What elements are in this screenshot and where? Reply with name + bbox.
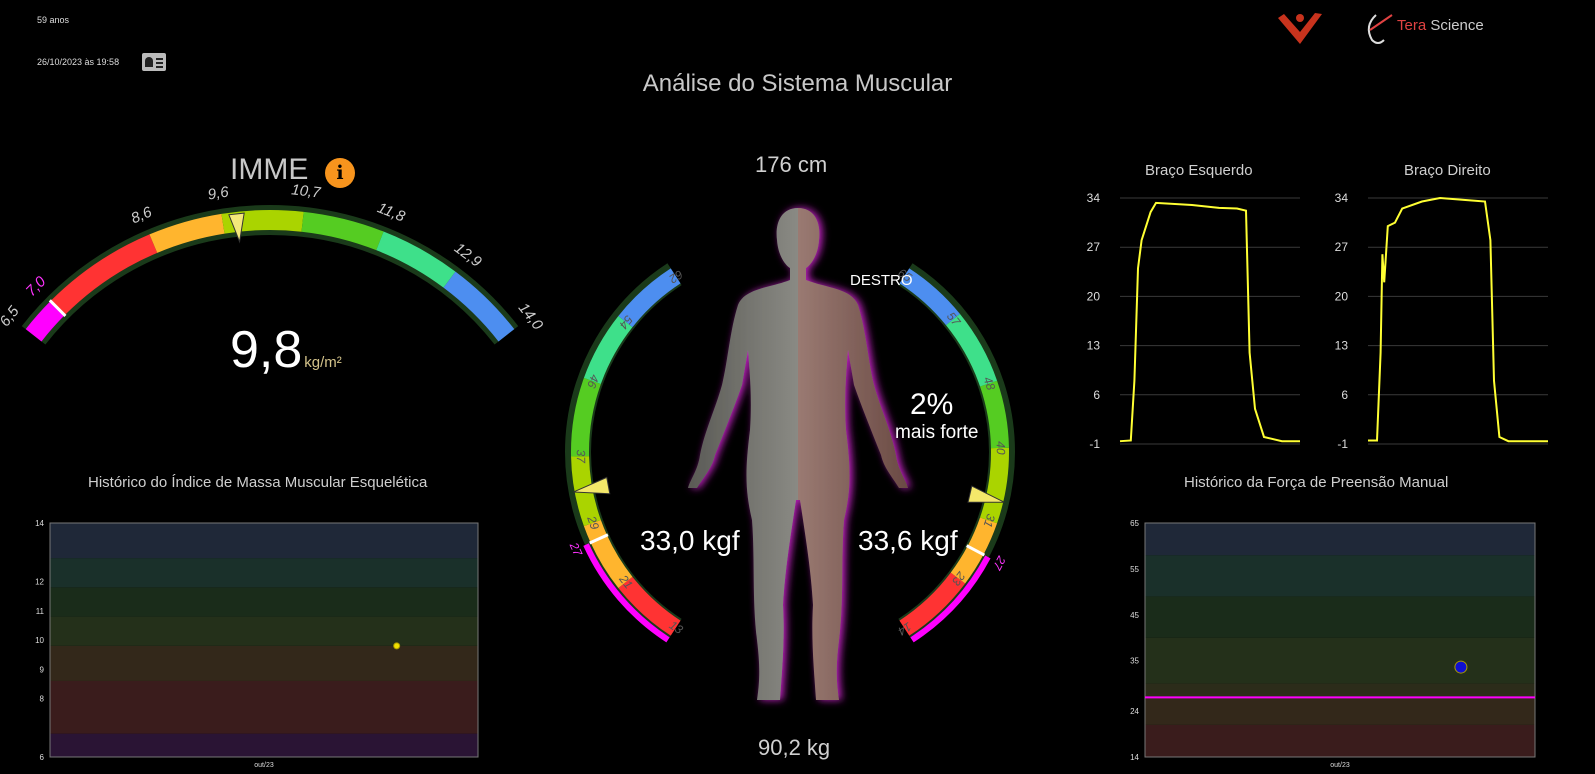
history-charts: 14 12 11 10 9 8 6 out/23 65 55 45 35 24 14 out/23: [35, 519, 1536, 769]
grip-y-tick: 24: [1130, 707, 1139, 716]
grip-band-5: [1145, 555, 1535, 597]
imme-hist-y-tick: 12: [35, 578, 44, 587]
imme-hist-y-tick: 11: [36, 607, 45, 616]
grip-band-4: [1145, 596, 1535, 638]
grip-band-2: [1145, 683, 1535, 698]
grip-band-6: [1145, 523, 1535, 556]
grip-y-tick: 35: [1130, 657, 1139, 666]
imme-hist-band-6: [50, 523, 478, 559]
grip-band-0: [1145, 724, 1535, 757]
imme-hist-band-0: [50, 733, 478, 757]
imme-hist-band-2: [50, 645, 478, 681]
imme-hist-x-label: out/23: [254, 762, 274, 769]
grip-y-tick: 55: [1130, 565, 1139, 574]
imme-hist-band-5: [50, 558, 478, 588]
imme-hist-band-4: [50, 587, 478, 617]
imme-hist-y-tick: 10: [35, 636, 44, 645]
grip-y-tick: 65: [1130, 519, 1139, 528]
grip-x-label: out/23: [1330, 762, 1350, 769]
grip-y-tick: 14: [1130, 753, 1139, 762]
imme-hist-y-tick: 6: [40, 753, 45, 762]
imme-hist-data-point: [393, 642, 401, 650]
imme-hist-y-tick: 8: [40, 695, 45, 704]
imme-hist-y-tick: 9: [40, 665, 45, 674]
imme-hist-band-1: [50, 680, 478, 734]
imme-hist-band-3: [50, 616, 478, 646]
grip-band-3: [1145, 637, 1535, 684]
grip-data-point: [1454, 660, 1468, 674]
grip-band-1: [1145, 697, 1535, 725]
grip-y-tick: 45: [1130, 611, 1139, 620]
imme-hist-y-tick: 14: [35, 519, 44, 528]
